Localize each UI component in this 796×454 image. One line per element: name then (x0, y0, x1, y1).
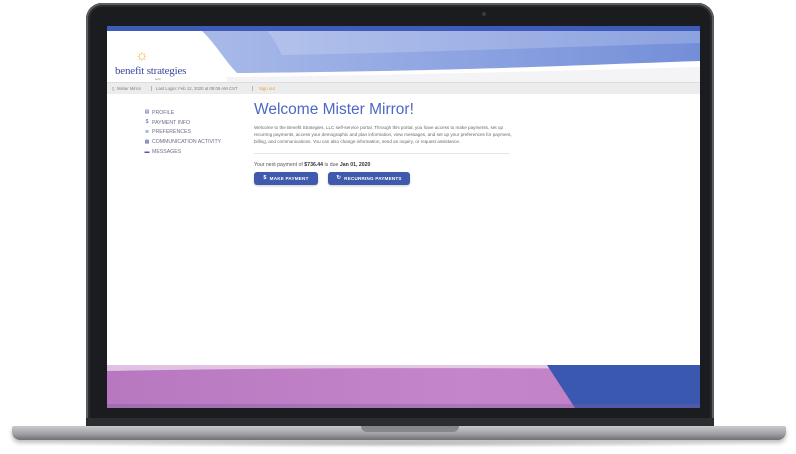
divider-line (254, 152, 510, 154)
refresh-icon: ↻ (336, 175, 342, 182)
next-payment-date: Jan 01, 2020 (339, 161, 371, 168)
payment-buttons: $ MAKE PAYMENT ↻ RECURRING PAYMENTS (254, 171, 514, 185)
laptop-notch (361, 426, 459, 432)
next-payment-mid: is due (324, 161, 339, 168)
chat-icon: ▦ (144, 138, 150, 145)
sign-out-link[interactable]: Sign out (259, 83, 275, 94)
header-wave-graphic (202, 31, 700, 82)
make-payment-button[interactable]: $ MAKE PAYMENT (254, 171, 318, 185)
page-title: Welcome Mister Mirror! (254, 101, 414, 118)
user-icon: ▯ (112, 86, 115, 91)
message-icon: ▬ (144, 148, 150, 155)
laptop-screen: ☼ benefit strategies LLC ▯ Mister Mirror… (107, 26, 700, 408)
sidebar-item-messages[interactable]: ▬ MESSAGES (144, 147, 244, 157)
sidebar-item-label: MESSAGES (152, 149, 182, 156)
main-content: ▤ PROFILE $ PAYMENT INFO ≋ PREFERENCES ▦… (107, 94, 700, 365)
sidebar-item-payment-info[interactable]: $ PAYMENT INFO (144, 118, 244, 128)
sidebar-item-profile[interactable]: ▤ PROFILE (144, 108, 244, 118)
divider (151, 86, 152, 91)
recurring-payments-button[interactable]: ↻ RECURRING PAYMENTS (328, 171, 410, 185)
divider (252, 86, 253, 91)
sidebar-item-label: PROFILE (152, 109, 175, 116)
dollar-icon: $ (263, 175, 267, 182)
sidebar-item-label: PREFERENCES (152, 129, 191, 136)
last-login: Last Login: Feb 12, 2020 at 09:06 AM CST (156, 86, 238, 91)
sidebar-item-label: PAYMENT INFO (152, 119, 191, 126)
next-payment-prefix: Your next payment of (254, 161, 303, 168)
benefit-strategies-logo[interactable]: ☼ benefit strategies LLC (115, 47, 195, 81)
laptop-shadow (40, 440, 760, 448)
sidebar-item-label: COMMUNICATION ACTIVITY (152, 139, 222, 146)
site-header: ☼ benefit strategies LLC (107, 31, 700, 82)
welcome-text: Welcome to the Benefit Strategies, LLC s… (254, 125, 512, 145)
id-card-icon: ▤ (144, 109, 150, 116)
user-name: Mister Mirror (117, 86, 142, 91)
webcam (482, 12, 486, 16)
site-footer (107, 365, 700, 408)
sidebar-nav: ▤ PROFILE $ PAYMENT INFO ≋ PREFERENCES ▦… (144, 108, 244, 157)
next-payment-text: Your next payment of $736.44 is due Jan … (254, 162, 514, 168)
sidebar-item-communication-activity[interactable]: ▦ COMMUNICATION ACTIVITY (144, 137, 244, 147)
next-payment-amount: $736.44 (304, 161, 324, 168)
main-panel: Welcome Mister Mirror! Welcome to the Be… (254, 101, 514, 185)
sun-icon: ☼ (135, 47, 149, 64)
logo-subtext: LLC (155, 77, 161, 81)
recurring-payments-label: RECURRING PAYMENTS (344, 175, 402, 181)
laptop-base (12, 426, 786, 440)
sidebar-item-preferences[interactable]: ≋ PREFERENCES (144, 128, 244, 138)
dollar-icon: $ (145, 119, 149, 126)
logo-text: benefit strategies (115, 65, 187, 77)
make-payment-label: MAKE PAYMENT (269, 175, 309, 181)
sliders-icon: ≋ (144, 128, 150, 135)
